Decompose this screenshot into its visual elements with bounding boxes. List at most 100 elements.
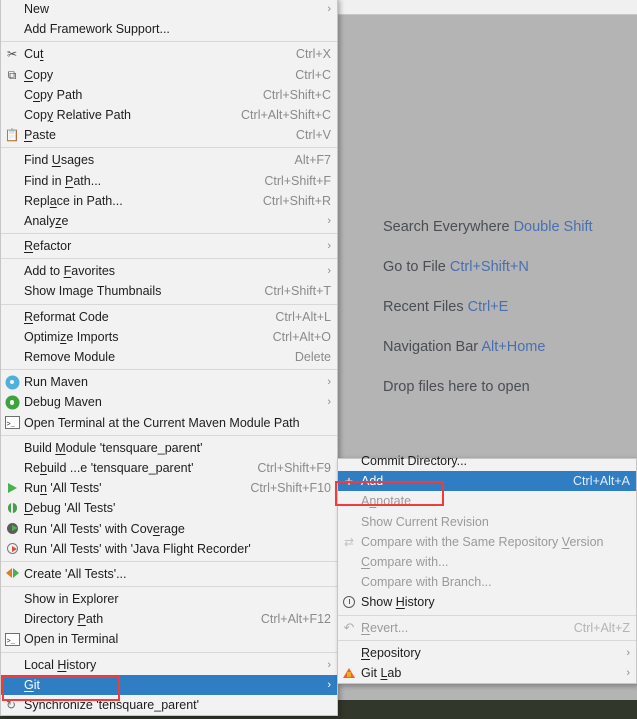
editor-empty-hints: Search Everywhere Double Shift Go to File… (383, 207, 637, 407)
no-icon (1, 236, 23, 256)
editor-hint-row: Search Everywhere Double Shift (383, 207, 637, 247)
menu-item-run-all-tests[interactable]: Run 'All Tests' Ctrl+Shift+F10 (1, 478, 337, 498)
menu-item-optimize-imports[interactable]: Optimize Imports Ctrl+Alt+O (1, 327, 337, 347)
menu-item-label: Replace in Path... (24, 193, 123, 208)
menu-separator (1, 258, 337, 260)
menu-item-add-framework-support[interactable]: Add Framework Support... (1, 19, 337, 39)
menu-item-label: Add to Favorites (24, 264, 116, 279)
menu-item-show-in-explorer[interactable]: Show in Explorer (1, 589, 337, 609)
menu-item-analyze[interactable]: Analyze › (1, 211, 337, 231)
chevron-right-icon: › (626, 666, 630, 679)
menu-item-open-in-terminal[interactable]: Open in Terminal (1, 629, 337, 652)
editor-hint-label: Drop files here to open (383, 379, 530, 395)
editor-hint-label: Navigation Bar (383, 339, 482, 355)
menu-item-debug-maven[interactable]: Debug Maven › (1, 392, 337, 412)
menu-item-directory-path[interactable]: Directory Path Ctrl+Alt+F12 (1, 609, 337, 629)
menu-item-paste[interactable]: 📋 Paste Ctrl+V (1, 125, 337, 145)
menu-item-cut[interactable]: ✂ Cut Ctrl+X (1, 44, 337, 64)
menu-item-copy[interactable]: ⧉ Copy Ctrl+C (1, 65, 337, 85)
menu-item-label: Compare with the Same Repository Version (361, 534, 604, 549)
menu-item-rebuild-e-tensquare-parent[interactable]: Rebuild ...e 'tensquare_parent' Ctrl+Shif… (1, 458, 337, 478)
sync-icon: ↻ (6, 698, 17, 713)
menu-item-refactor[interactable]: Refactor › (1, 236, 337, 256)
menu-item-label: Find in Path... (24, 173, 102, 188)
compare-icon: ⇄ (343, 534, 355, 549)
menu-separator (338, 639, 636, 641)
menu-item-run-all-tests-with-java-flight-recorder[interactable]: Run 'All Tests' with 'Java Flight Record… (1, 539, 337, 559)
menu-item-repository[interactable]: Repository › (338, 643, 636, 663)
no-icon (1, 150, 23, 170)
no-icon (1, 282, 23, 302)
menu-item-label: Git Lab (361, 665, 402, 680)
git-submenu[interactable]: Commit Directory... + Add Ctrl+Alt+A Annotat… (337, 454, 637, 685)
menu-item-label: Copy Path (24, 87, 83, 102)
menu-item-show-image-thumbnails[interactable]: Show Image Thumbnails Ctrl+Shift+T (1, 281, 337, 301)
no-icon (1, 609, 23, 629)
editor-hint-shortcut: Alt+Home (481, 339, 546, 355)
menu-item-copy-path[interactable]: Copy Path Ctrl+Shift+C (1, 85, 337, 105)
menu-item-add-to-favorites[interactable]: Add to Favorites › (1, 261, 337, 281)
chevron-right-icon: › (626, 646, 630, 659)
menu-item-label: Paste (24, 128, 56, 143)
editor-hint-row: Navigation Bar Alt+Home (383, 327, 637, 367)
run-icon (1, 478, 23, 498)
menu-item-shortcut: Ctrl+Shift+T (264, 284, 331, 299)
project-context-menu[interactable]: New › Add Framework Support... ✂ Cut Ctrl+X ⧉ C… (0, 0, 338, 717)
menu-item-shortcut: Ctrl+Alt+A (573, 474, 630, 489)
menu-item-synchronize-tensquare-parent[interactable]: ↻ Synchronize 'tensquare_parent' (1, 695, 337, 715)
menu-item-git-lab[interactable]: Git Lab › (338, 663, 636, 683)
menu-item-git[interactable]: Git › (1, 674, 337, 695)
menu-item-label: Git (24, 677, 40, 692)
no-icon (1, 458, 23, 478)
menu-item-reformat-code[interactable]: Reformat Code Ctrl+Alt+L (1, 307, 337, 327)
menu-item-replace-in-path[interactable]: Replace in Path... Ctrl+Shift+R (1, 191, 337, 211)
chevron-right-icon: › (327, 396, 331, 409)
menu-item-copy-relative-path[interactable]: Copy Relative Path Ctrl+Alt+Shift+C (1, 105, 337, 125)
menu-item-label: New (24, 2, 50, 16)
menu-item-run-all-tests-with-coverage[interactable]: Run 'All Tests' with Coverage (1, 519, 337, 539)
coverage-icon (1, 519, 23, 539)
menu-item-build-module-tensquare-parent[interactable]: Build Module 'tensquare_parent' (1, 438, 337, 458)
menu-item-compare-with: Compare with... (338, 552, 636, 572)
no-icon (1, 327, 23, 347)
menu-item-label: Open Terminal at the Current Maven Modul… (24, 415, 300, 430)
menu-item-label: Remove Module (24, 350, 116, 364)
menu-item-shortcut: Delete (294, 350, 331, 364)
terminal-icon (1, 630, 23, 652)
menu-item-add[interactable]: + Add Ctrl+Alt+A (338, 471, 636, 492)
chevron-right-icon: › (327, 376, 331, 389)
menu-separator (338, 614, 636, 616)
menu-item-label: Analyze (24, 213, 69, 228)
menu-item-label: Rebuild ...e 'tensquare_parent' (24, 460, 194, 475)
menu-item-open-terminal-at-the-current-maven-module-path[interactable]: Open Terminal at the Current Maven Modul… (1, 413, 337, 435)
editor-hint-shortcut: Ctrl+E (467, 299, 509, 315)
menu-item-create-all-tests[interactable]: Create 'All Tests'... (1, 564, 337, 584)
menu-item-find-usages[interactable]: Find Usages Alt+F7 (1, 150, 337, 170)
menu-item-label: Reformat Code (24, 309, 109, 324)
menu-item-shortcut: Alt+F7 (294, 153, 331, 168)
menu-separator (1, 560, 337, 562)
menu-item-label: Optimize Imports (24, 329, 119, 344)
menu-item-run-maven[interactable]: Run Maven › (1, 372, 337, 392)
editor-hint-label: Go to File (383, 259, 450, 275)
no-icon (338, 512, 360, 532)
menu-item-label: Add Framework Support... (24, 22, 170, 37)
menu-item-label: Revert... (361, 620, 409, 635)
no-icon (338, 643, 360, 663)
menu-item-local-history[interactable]: Local History › (1, 655, 337, 675)
menu-item-shortcut: Ctrl+Alt+O (272, 329, 331, 344)
menu-item-new[interactable]: New › (1, 0, 337, 19)
no-icon (1, 211, 23, 231)
no-icon (1, 105, 23, 125)
no-icon (1, 261, 23, 281)
menu-item-show-history[interactable]: Show History (338, 592, 636, 612)
menu-item-debug-all-tests[interactable]: Debug 'All Tests' (1, 498, 337, 518)
menu-item-find-in-path[interactable]: Find in Path... Ctrl+Shift+F (1, 171, 337, 191)
menu-item-label: Run 'All Tests' with Coverage (24, 521, 185, 536)
menu-item-remove-module[interactable]: Remove Module Delete (1, 347, 337, 367)
menu-item-label: Build Module 'tensquare_parent' (24, 440, 203, 455)
menu-separator (1, 434, 337, 436)
menu-separator (1, 41, 337, 43)
menu-item-commit-directory[interactable]: Commit Directory... (338, 451, 636, 471)
menu-item-label: Show Image Thumbnails (24, 284, 162, 299)
